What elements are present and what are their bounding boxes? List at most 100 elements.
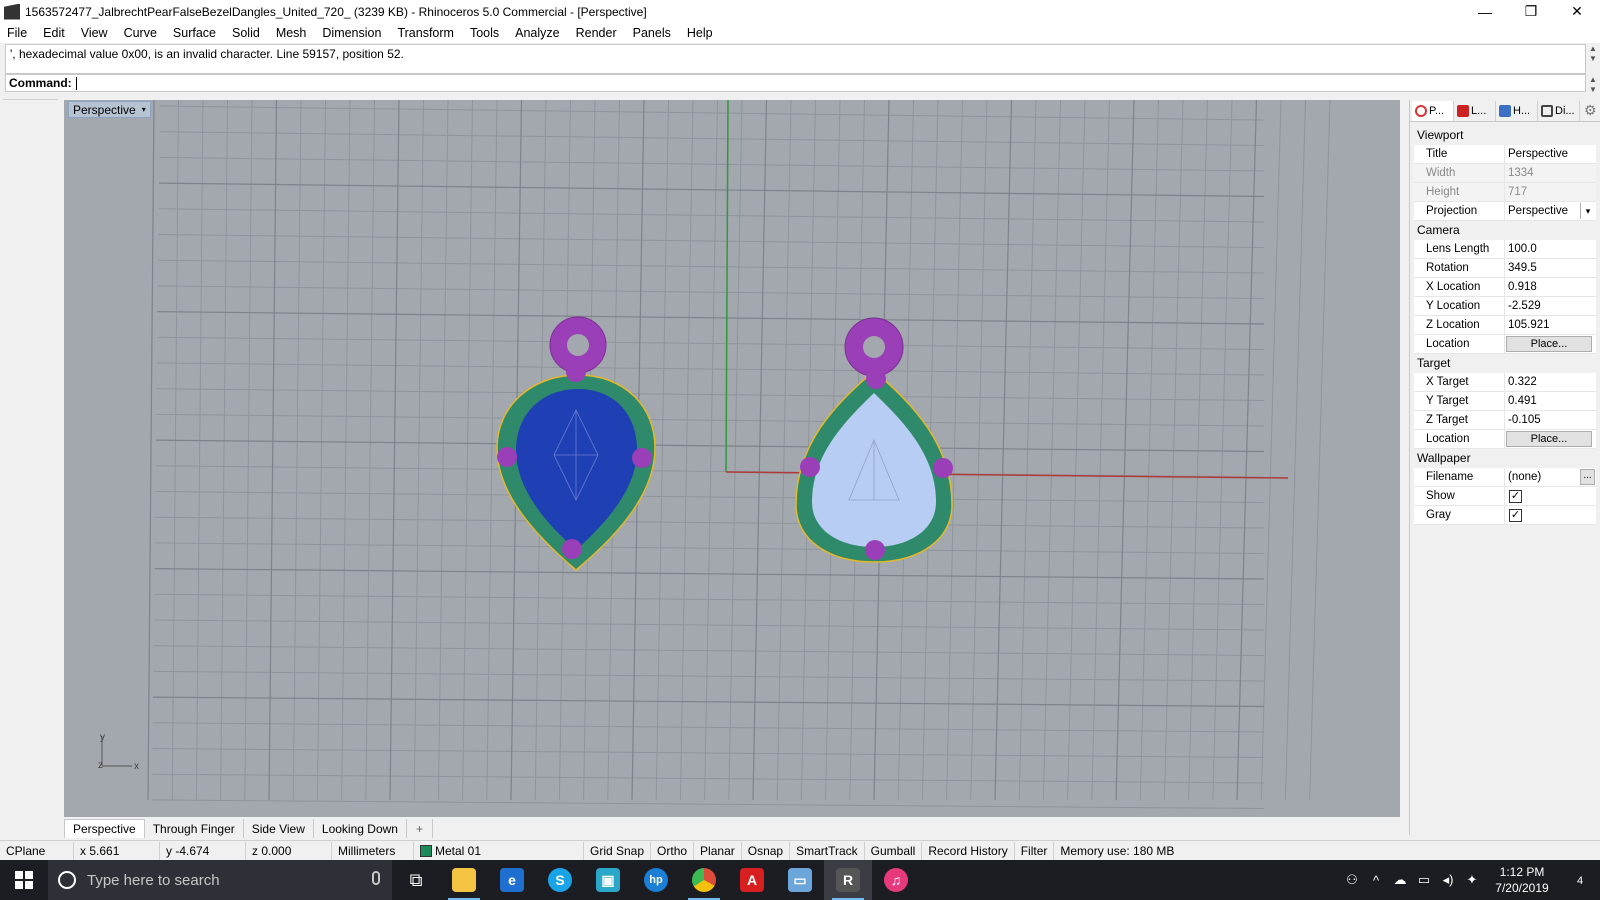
- gray-checkbox[interactable]: ✓: [1509, 509, 1522, 522]
- scanner-icon[interactable]: ▭: [776, 860, 824, 900]
- menu-help[interactable]: Help: [687, 26, 713, 40]
- minimize-button[interactable]: —: [1462, 0, 1508, 23]
- grid-line: [152, 748, 1265, 758]
- toggle-planar[interactable]: Planar: [694, 841, 742, 860]
- command-scrollbar[interactable]: ▲ ▼: [1586, 75, 1600, 95]
- grid-line: [292, 100, 302, 801]
- menu-mesh[interactable]: Mesh: [276, 26, 307, 40]
- maximize-button[interactable]: ❐: [1508, 0, 1554, 23]
- chevron-up-icon[interactable]: ^: [1364, 873, 1388, 888]
- menu-solid[interactable]: Solid: [232, 26, 260, 40]
- tab-help[interactable]: H...: [1496, 100, 1538, 121]
- perspective-viewport[interactable]: y z x Perspective ▾: [64, 100, 1400, 817]
- viewport-title[interactable]: Perspective ▾: [68, 101, 151, 118]
- tab-layers[interactable]: L...: [1454, 100, 1496, 121]
- tab-properties[interactable]: P...: [1412, 100, 1454, 121]
- status-layer[interactable]: Metal 01: [414, 841, 584, 860]
- left-earring[interactable]: [496, 316, 656, 571]
- action-center-icon[interactable]: 4: [1560, 871, 1600, 889]
- menu-render[interactable]: Render: [576, 26, 617, 40]
- z-target-field[interactable]: -0.105: [1505, 411, 1596, 429]
- target-place-button[interactable]: Place...: [1506, 431, 1592, 447]
- rotation-field[interactable]: 349.5: [1505, 259, 1596, 277]
- menu-tools[interactable]: Tools: [470, 26, 499, 40]
- file-explorer-icon[interactable]: [440, 860, 488, 900]
- left-prong-top: [566, 362, 586, 382]
- title-field[interactable]: Perspective: [1505, 145, 1596, 163]
- world-axes-icon: [101, 736, 132, 767]
- toggle-smarttrack[interactable]: SmartTrack: [790, 841, 865, 860]
- x-target-field[interactable]: 0.322: [1505, 373, 1596, 391]
- menu-transform[interactable]: Transform: [397, 26, 454, 40]
- filename-field[interactable]: (none) ...: [1505, 468, 1596, 486]
- y-target-field[interactable]: 0.491: [1505, 392, 1596, 410]
- toggle-osnap[interactable]: Osnap: [742, 841, 791, 860]
- z-location-field[interactable]: 105.921: [1505, 316, 1596, 334]
- tab-through-finger[interactable]: Through Finger: [145, 819, 244, 838]
- status-cplane[interactable]: CPlane: [0, 841, 74, 860]
- toggle-grid-snap[interactable]: Grid Snap: [584, 841, 652, 860]
- x-location-field[interactable]: 0.918: [1505, 278, 1596, 296]
- menu-analyze[interactable]: Analyze: [515, 26, 559, 40]
- tab-looking-down[interactable]: Looking Down: [314, 819, 407, 838]
- tab-side-view[interactable]: Side View: [244, 819, 314, 838]
- menu-surface[interactable]: Surface: [173, 26, 216, 40]
- skype-icon[interactable]: S: [536, 860, 584, 900]
- browse-button[interactable]: ...: [1580, 469, 1595, 485]
- grid-line: [154, 593, 1265, 605]
- task-view-icon[interactable]: ⧉: [392, 860, 440, 900]
- menu-panels[interactable]: Panels: [633, 26, 671, 40]
- viewport-properties: Viewport Title Perspective Width 1334 He…: [1414, 126, 1596, 525]
- tab-perspective[interactable]: Perspective: [64, 819, 145, 838]
- chevron-down-icon[interactable]: ▾: [1580, 203, 1595, 219]
- history-scrollbar[interactable]: ▲ ▼: [1586, 44, 1600, 64]
- start-button[interactable]: [0, 860, 48, 900]
- network-icon[interactable]: ▭: [1412, 872, 1436, 888]
- toggle-record-history[interactable]: Record History: [922, 841, 1015, 860]
- toggle-ortho[interactable]: Ortho: [651, 841, 695, 860]
- menu-dimension[interactable]: Dimension: [322, 26, 381, 40]
- lens-length-field[interactable]: 100.0: [1505, 240, 1596, 258]
- status-units[interactable]: Millimeters: [332, 841, 414, 860]
- rhino-app-icon[interactable]: [4, 3, 20, 20]
- viewport-menu-arrow-icon[interactable]: ▾: [142, 105, 146, 114]
- people-icon[interactable]: ⚇: [1340, 872, 1364, 888]
- grid-line: [389, 100, 400, 801]
- menu-edit[interactable]: Edit: [43, 26, 65, 40]
- onedrive-icon[interactable]: ☁: [1388, 872, 1412, 888]
- tab-display[interactable]: Di...: [1538, 100, 1580, 121]
- projection-select[interactable]: Perspective ▾: [1505, 202, 1596, 220]
- menu-file[interactable]: File: [7, 26, 27, 40]
- status-x-coord: x 5.661: [74, 841, 160, 860]
- dropbox-icon[interactable]: ✦: [1460, 872, 1484, 888]
- right-earring[interactable]: [795, 317, 953, 563]
- menu-curve[interactable]: Curve: [124, 26, 157, 40]
- viewport-canvas[interactable]: y z x: [64, 100, 1400, 817]
- volume-icon[interactable]: ◂): [1436, 872, 1460, 888]
- microphone-icon[interactable]: [372, 871, 380, 885]
- menu-view[interactable]: View: [81, 26, 108, 40]
- taskbar-search[interactable]: Type here to search: [48, 860, 392, 900]
- y-location-field[interactable]: -2.529: [1505, 297, 1596, 315]
- prop-row-filename: Filename (none) ...: [1414, 468, 1596, 487]
- toggle-gumball[interactable]: Gumball: [865, 841, 923, 860]
- rhino-icon[interactable]: R: [824, 860, 872, 900]
- add-viewport-tab-icon[interactable]: +: [407, 819, 433, 838]
- camera-place-button[interactable]: Place...: [1506, 336, 1592, 352]
- acrobat-icon[interactable]: A: [728, 860, 776, 900]
- chrome-icon[interactable]: [680, 860, 728, 900]
- command-history[interactable]: ', hexadecimal value 0x00, is an invalid…: [5, 44, 1586, 74]
- command-line[interactable]: Command:: [5, 74, 1586, 92]
- itunes-icon[interactable]: ♫: [872, 860, 920, 900]
- edge-icon[interactable]: e: [488, 860, 536, 900]
- photo-app-icon[interactable]: ▣: [584, 860, 632, 900]
- hp-icon[interactable]: hp: [632, 860, 680, 900]
- show-checkbox[interactable]: ✓: [1509, 490, 1522, 503]
- gear-icon[interactable]: ⚙: [1584, 102, 1597, 119]
- axis-y-label: y: [100, 732, 105, 743]
- close-button[interactable]: ✕: [1554, 0, 1600, 23]
- toggle-filter[interactable]: Filter: [1015, 841, 1055, 860]
- grid-line: [156, 362, 1265, 376]
- clock[interactable]: 1:12 PM 7/20/2019: [1484, 864, 1560, 896]
- grid-line: [220, 100, 228, 801]
